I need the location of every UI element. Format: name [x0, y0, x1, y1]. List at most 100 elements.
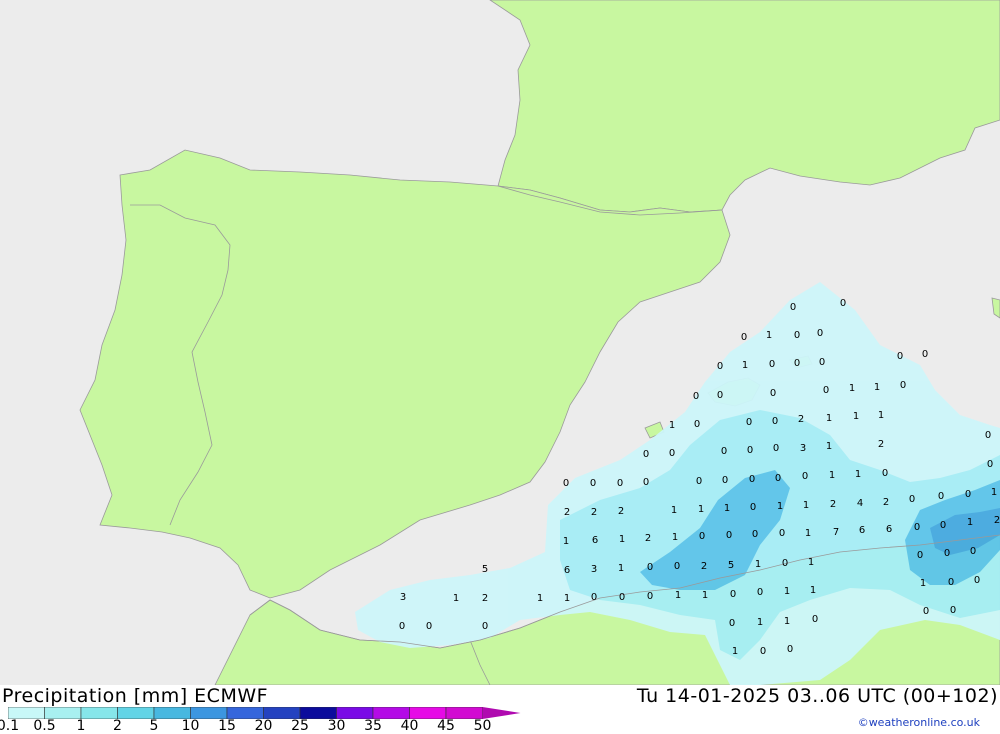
precip-value: 0	[617, 478, 623, 489]
precip-value: 1	[855, 469, 861, 480]
precip-value: 2	[618, 506, 624, 517]
precip-value: 0	[426, 621, 432, 632]
precip-value: 4	[857, 498, 863, 509]
precip-value: 2	[878, 439, 884, 450]
precip-value: 1	[563, 536, 569, 547]
precip-value: 0	[909, 494, 915, 505]
precip-value: 0	[746, 417, 752, 428]
precip-value: 6	[859, 525, 865, 536]
precip-value: 1	[698, 504, 704, 515]
precip-value: 1	[826, 413, 832, 424]
precip-value: 1	[618, 563, 624, 574]
legend-tick-label: 0.1	[0, 718, 20, 734]
precip-value: 0	[923, 606, 929, 617]
precip-value: 0	[782, 558, 788, 569]
precip-value: 0	[674, 561, 680, 572]
precip-value: 1	[619, 534, 625, 545]
precip-value: 2	[591, 507, 597, 518]
precip-value: 0	[794, 358, 800, 369]
precip-value: 0	[591, 592, 597, 603]
precip-value: 0	[693, 391, 699, 402]
precip-value: 1	[784, 586, 790, 597]
precip-value: 0	[897, 351, 903, 362]
precip-value: 1	[849, 383, 855, 394]
precip-value: 1	[742, 360, 748, 371]
precip-value: 0	[922, 349, 928, 360]
precip-value: 0	[987, 459, 993, 470]
precip-value: 0	[840, 298, 846, 309]
precip-value: 0	[775, 473, 781, 484]
precip-value: 0	[819, 357, 825, 368]
precip-value: 0	[779, 528, 785, 539]
precip-value: 0	[643, 477, 649, 488]
precip-value: 1	[920, 578, 926, 589]
legend-tick-label: 30	[327, 718, 346, 734]
precip-value: 6	[564, 565, 570, 576]
legend-tick-label: 35	[364, 718, 382, 734]
precip-value: 0	[619, 592, 625, 603]
precip-value: 0	[647, 591, 653, 602]
precip-value: 1	[669, 420, 675, 431]
precip-value: 1	[805, 528, 811, 539]
precip-value: 0	[760, 646, 766, 657]
precip-value: 0	[787, 644, 793, 655]
legend-tick-label: 5	[149, 718, 159, 734]
precip-value: 0	[747, 445, 753, 456]
precip-value: 1	[784, 616, 790, 627]
precip-value: 0	[696, 476, 702, 487]
precip-value: 1	[878, 410, 884, 421]
precip-value: 0	[802, 471, 808, 482]
precip-value: 0	[699, 531, 705, 542]
precip-value: 0	[938, 491, 944, 502]
precip-value: 1	[724, 503, 730, 514]
precip-value: 2	[994, 515, 1000, 526]
precip-value: 5	[728, 560, 734, 571]
precip-value: 1	[564, 593, 570, 604]
precip-value: 1	[537, 593, 543, 604]
precip-value: 7	[833, 527, 839, 538]
map-timestamp: Tu 14-01-2025 03..06 UTC (00+102)	[636, 685, 998, 707]
precip-value: 1	[757, 617, 763, 628]
precip-value: 0	[823, 385, 829, 396]
precip-value: 0	[717, 361, 723, 372]
precip-value: 0	[794, 330, 800, 341]
precip-value: 0	[563, 478, 569, 489]
legend-tick-label: 0.5	[33, 718, 56, 734]
precip-value: 5	[482, 564, 488, 575]
map-title: Precipitation [mm] ECMWF	[2, 685, 269, 707]
precip-value: 0	[694, 419, 700, 430]
precip-value: 0	[970, 546, 976, 557]
precip-value: 6	[592, 535, 598, 546]
precip-value: 0	[722, 475, 728, 486]
precip-value: 0	[772, 416, 778, 427]
legend-swatch	[117, 707, 155, 719]
precip-value: 0	[730, 589, 736, 600]
precip-value: 1	[874, 382, 880, 393]
precip-value: 0	[974, 575, 980, 586]
precip-value: 1	[808, 557, 814, 568]
precip-value: 1	[853, 411, 859, 422]
precip-value: 0	[790, 302, 796, 313]
precip-value: 2	[645, 533, 651, 544]
precip-value: 0	[717, 390, 723, 401]
legend-tick-label: 40	[400, 718, 419, 734]
legend-tick-label: 50	[473, 718, 492, 734]
credit-link[interactable]: ©weatheronline.co.uk	[858, 716, 980, 729]
legend-tick-label: 15	[218, 718, 236, 734]
precip-value: 0	[749, 474, 755, 485]
precip-value: 3	[591, 564, 597, 575]
precip-value: 0	[647, 562, 653, 573]
precip-value: 0	[944, 548, 950, 559]
legend-tick-label: 45	[437, 718, 455, 734]
precip-value: 0	[726, 530, 732, 541]
precip-value: 2	[798, 414, 804, 425]
precip-value: 1	[672, 532, 678, 543]
precipitation-map: 0 0 0 1 0 0 0 1 0 0 0 0 0 0 0 0 0 1 1 0 1 0 0 0 2 1 1 1 0 0 0 0 0 0 3 1 2 0 0 0…	[0, 0, 1000, 685]
precip-value: 0	[965, 489, 971, 500]
legend-swatch	[80, 707, 118, 719]
precip-value: 0	[770, 388, 776, 399]
precip-value: 0	[812, 614, 818, 625]
legend-tick-label: 2	[113, 718, 122, 734]
precip-value: 1	[991, 487, 997, 498]
precip-value: 0	[669, 448, 675, 459]
